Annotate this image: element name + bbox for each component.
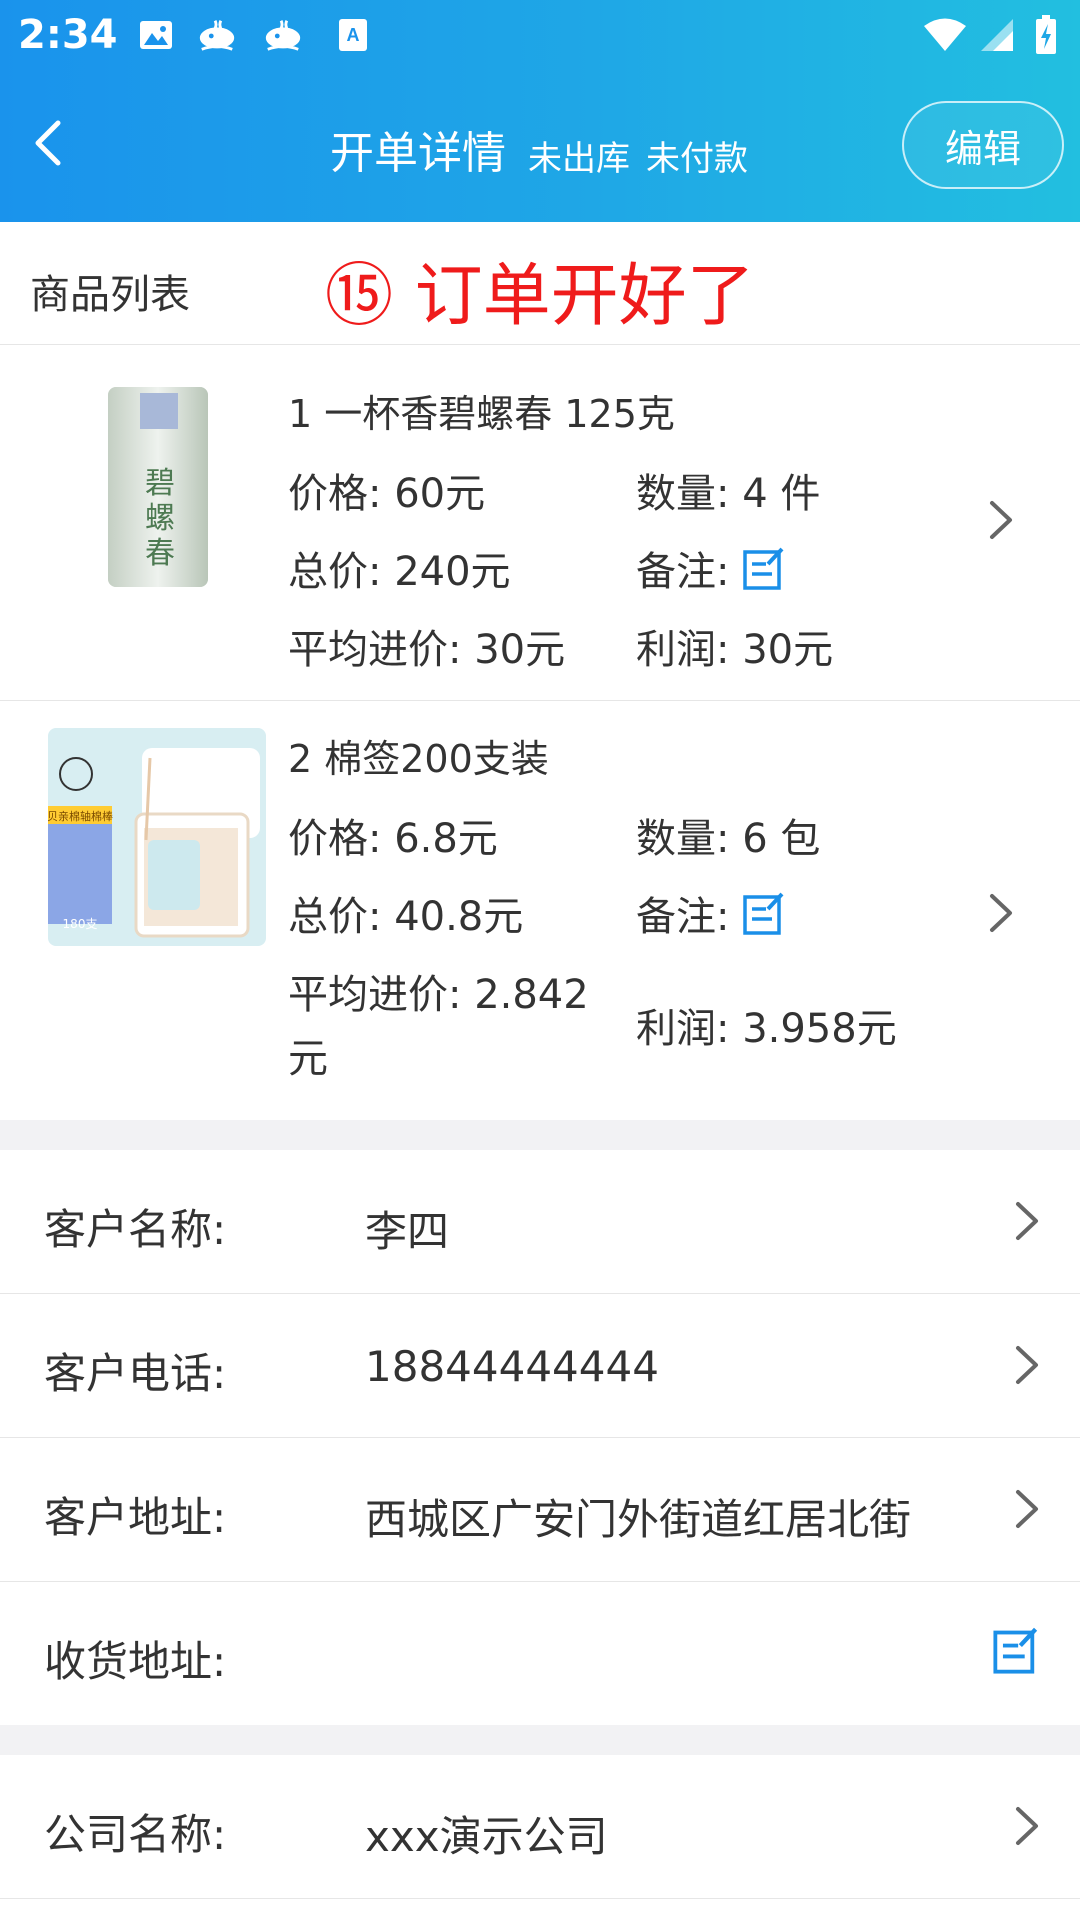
product-list-label: 商品列表 xyxy=(30,272,190,318)
tea-can-image: 碧 螺 春 xyxy=(48,383,266,601)
product-item[interactable]: 碧 螺 春 1 一杯香碧螺春 125克 价格: 60元 数量: 4 件 总价: … xyxy=(0,345,1080,701)
customer-name-value: 李四 xyxy=(365,1207,450,1256)
header-bar: 2:34 A 开单详情 未出库 未付款 编辑 xyxy=(0,0,1080,222)
payment-status: 未付款 xyxy=(646,139,748,179)
svg-text:贝亲棉轴棉棒: 贝亲棉轴棉棒 xyxy=(48,809,113,823)
chevron-right-icon xyxy=(1016,1202,1038,1240)
customer-name-row[interactable]: 客户名称: 李四 xyxy=(0,1150,1080,1294)
product-profit: 利润: 30元 xyxy=(636,627,834,673)
company-name-label: 公司名称: xyxy=(44,1810,227,1859)
customer-phone-label: 客户电话: xyxy=(44,1349,227,1398)
shipping-address-label: 收货地址: xyxy=(44,1637,227,1686)
product-remark: 备注: xyxy=(636,884,786,947)
product-quantity: 数量: 4 件 xyxy=(636,471,821,517)
svg-text:春: 春 xyxy=(145,536,175,571)
svg-text:A: A xyxy=(347,25,360,45)
product-avg-cost: 平均进价: 2.842 xyxy=(288,972,589,1018)
chevron-right-icon xyxy=(990,501,1012,539)
product-profit: 利润: 3.958元 xyxy=(636,1006,897,1052)
annotation-note: ⑮ 订单开好了 xyxy=(325,257,755,336)
product-remark: 备注: xyxy=(636,539,786,602)
customer-phone-value: 18844444444 xyxy=(365,1342,659,1391)
chevron-right-icon xyxy=(1016,1490,1038,1528)
edit-button[interactable]: 编辑 xyxy=(902,101,1064,189)
cotton-swab-image: 贝亲棉轴棉棒 180支 xyxy=(47,728,266,946)
product-list-header: 商品列表 ⑮ 订单开好了 xyxy=(0,222,1080,345)
svg-text:180支: 180支 xyxy=(63,917,98,931)
svg-text:碧: 碧 xyxy=(145,466,175,501)
section-divider xyxy=(0,1725,1080,1755)
chevron-right-icon xyxy=(1016,1346,1038,1384)
company-name-row[interactable]: 公司名称: xxx演示公司 xyxy=(0,1755,1080,1899)
edit-shipping-address-icon[interactable] xyxy=(992,1626,1040,1680)
app-whale-icon xyxy=(196,14,238,56)
edit-note-icon[interactable] xyxy=(742,891,786,947)
customer-address-value: 西城区广安门外街道红居北街 xyxy=(365,1495,912,1544)
wifi-icon xyxy=(920,14,970,56)
signal-icon xyxy=(976,14,1018,56)
company-name-value: xxx演示公司 xyxy=(365,1812,608,1861)
remark-label: 备注: xyxy=(636,894,730,940)
section-divider xyxy=(0,1120,1080,1150)
product-item[interactable]: 贝亲棉轴棉棒 180支 2 棉签200支装 价格: 6.8元 数量: 6 包 总… xyxy=(0,700,1080,1120)
status-time: 2:34 xyxy=(18,12,118,58)
product-name: 1 一杯香碧螺春 125克 xyxy=(288,392,675,436)
product-name: 2 棉签200支装 xyxy=(288,737,549,781)
svg-text:螺: 螺 xyxy=(145,501,175,536)
stock-status: 未出库 xyxy=(528,139,630,179)
page-title: 开单详情 xyxy=(330,128,506,179)
nav-row: 开单详情 未出库 未付款 编辑 xyxy=(0,85,1080,205)
product-avg-cost: 平均进价: 30元 xyxy=(288,627,566,673)
edit-note-icon[interactable] xyxy=(742,546,786,602)
customer-phone-row[interactable]: 客户电话: 18844444444 xyxy=(0,1294,1080,1438)
status-bar: 2:34 A xyxy=(0,0,1080,75)
battery-charging-icon xyxy=(1030,14,1062,56)
customer-name-label: 客户名称: xyxy=(44,1205,227,1254)
remark-label: 备注: xyxy=(636,549,730,595)
product-total: 总价: 40.8元 xyxy=(288,894,524,940)
chevron-right-icon xyxy=(1016,1807,1038,1845)
product-avg-cost-unit: 元 xyxy=(288,1036,328,1082)
image-icon xyxy=(135,14,177,56)
chevron-left-icon xyxy=(35,120,61,166)
shipping-address-row: 收货地址: xyxy=(0,1582,1080,1725)
app-whale-icon xyxy=(262,14,304,56)
customer-address-label: 客户地址: xyxy=(44,1493,227,1542)
product-price: 价格: 6.8元 xyxy=(288,816,498,862)
text-a-icon: A xyxy=(332,14,374,56)
customer-address-row[interactable]: 客户地址: 西城区广安门外街道红居北街 xyxy=(0,1438,1080,1582)
product-total: 总价: 240元 xyxy=(288,549,511,595)
product-quantity: 数量: 6 包 xyxy=(636,816,821,862)
chevron-right-icon xyxy=(990,894,1012,932)
back-button[interactable] xyxy=(28,115,78,175)
product-price: 价格: 60元 xyxy=(288,471,486,517)
